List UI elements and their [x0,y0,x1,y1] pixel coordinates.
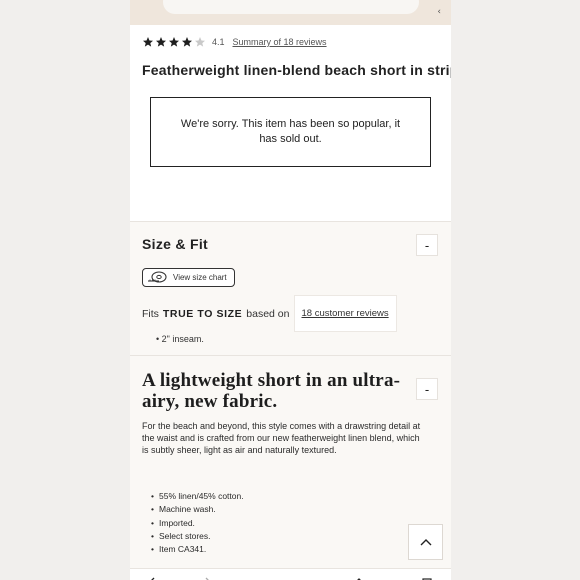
star-rating [142,36,207,48]
size-chart-label: View size chart [173,273,227,282]
fits-value: TRUE TO SIZE [162,307,243,320]
corner-glyph-icon: ‹ [437,7,441,17]
fits-suffix: based on [246,307,290,320]
detail-item: 55% linen/45% cotton. [151,490,244,504]
star-empty-icon [195,37,205,47]
fit-summary: Fits TRUE TO SIZE based on 18 customer r… [142,295,397,332]
detail-item: Select stores. [151,530,244,544]
search-pill[interactable] [163,0,419,14]
bottom-nav-bar [130,568,451,580]
detail-item: Item CA341. [151,543,244,557]
star-icon [182,37,192,47]
inseam-bullet: • 2" inseam. [156,334,204,344]
scroll-to-top-button[interactable] [408,524,443,560]
rating-value: 4.1 [212,37,225,47]
detail-item: Machine wash. [151,503,244,517]
description-collapse-button[interactable]: - [416,378,438,400]
inseam-text: 2" inseam. [161,334,204,344]
fits-prefix: Fits [142,307,159,320]
description-heading: A lightweight short in an ultra-airy, ne… [142,370,401,412]
measuring-tape-icon [148,271,167,283]
view-size-chart-button[interactable]: View size chart [142,268,235,287]
sold-out-notice: We're sorry. This item has been so popul… [150,97,431,167]
size-fit-heading: Size & Fit [142,236,209,252]
description-section: A lightweight short in an ultra-airy, ne… [130,355,451,568]
rating-row: 4.1 Summary of 18 reviews [142,36,327,48]
star-icon [169,37,179,47]
description-body: For the beach and beyond, this style com… [142,421,421,455]
size-fit-section: Size & Fit - View size chart Fits TRUE T… [130,221,451,355]
customer-reviews-link[interactable]: 18 customer reviews [293,295,397,332]
top-search-bar: ‹ [130,0,451,25]
size-fit-collapse-button[interactable]: - [416,234,438,256]
detail-item: Imported. [151,517,244,531]
sold-out-message: We're sorry. This item has been so popul… [180,118,401,145]
star-icon [143,37,153,47]
product-details-list: 55% linen/45% cotton. Machine wash. Impo… [151,490,244,557]
star-icon [156,37,166,47]
product-title: Featherweight linen-blend beach short in… [142,62,451,78]
chevron-up-icon [420,539,431,546]
product-page: ‹ 4.1 Summary of 18 reviews Featherweigh… [130,0,451,580]
reviews-summary-link[interactable]: Summary of 18 reviews [233,37,327,47]
